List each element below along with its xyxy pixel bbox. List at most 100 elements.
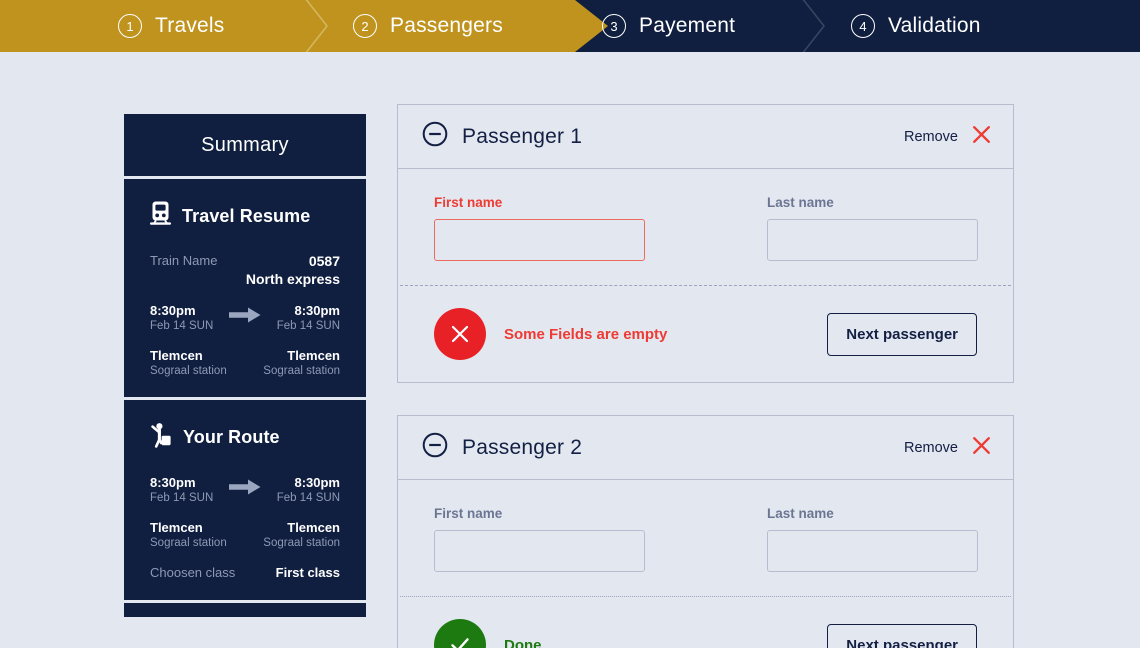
passenger-1-last-name-input[interactable] xyxy=(767,219,978,261)
travel-times-row: 8:30pm Feb 14 SUN 8:30pm Feb 14 SUN xyxy=(150,303,340,332)
train-name-row: Train Name 0587 North express xyxy=(150,253,340,287)
passenger-1-first-name-field: First name xyxy=(434,195,645,261)
passenger-2-last-name-field: Last name xyxy=(767,506,978,572)
departure-station: Sograal station xyxy=(150,365,227,377)
arrival-time: 8:30pm xyxy=(294,303,340,318)
passenger-1-first-name-input[interactable] xyxy=(434,219,645,261)
step-label-payement: Payement xyxy=(639,14,736,37)
departure-time-col: 8:30pm Feb 14 SUN xyxy=(150,303,213,332)
close-x-icon[interactable] xyxy=(972,436,991,460)
passenger-1-remove-group[interactable]: Remove xyxy=(904,125,991,149)
summary-header: Summary xyxy=(124,114,366,176)
passenger-cards: Passenger 1 Remove First name Last name … xyxy=(397,104,1014,648)
check-icon xyxy=(434,619,486,648)
passenger-2-footer: Done Next passenger xyxy=(398,597,1013,648)
stepper-step-validation[interactable]: 4 Validation xyxy=(851,0,981,52)
departure-time: 8:30pm xyxy=(150,303,196,318)
progress-stepper: 1 Travels 2 Passengers 3 Payement 4 Vali… xyxy=(0,0,1140,52)
passenger-1-status: Some Fields are empty xyxy=(434,308,667,360)
route-departure-date: Feb 14 SUN xyxy=(150,492,214,504)
passenger-2-remove-group[interactable]: Remove xyxy=(904,436,991,460)
route-stations-row: Tlemcen Sograal station Tlemcen Sograal … xyxy=(150,520,340,549)
chosen-class-row: Choosen class First class xyxy=(150,565,340,580)
passenger-2-body: First name Last name xyxy=(398,480,1013,596)
your-route-header: Your Route xyxy=(150,422,340,453)
passenger-1-footer: Some Fields are empty Next passenger xyxy=(398,286,1013,382)
passenger-2-next-button[interactable]: Next passenger xyxy=(827,623,977,648)
summary-sidebar: Summary Travel Resume Train Name 0587 No… xyxy=(124,114,366,617)
route-arrival-time: 8:30pm xyxy=(294,475,340,490)
passenger-card-1: Passenger 1 Remove First name Last name … xyxy=(397,104,1014,383)
stepper-step-passengers[interactable]: 2 Passengers xyxy=(353,0,503,52)
passenger-1-last-name-field: Last name xyxy=(767,195,978,261)
route-arrival-time-col: 8:30pm Feb 14 SUN xyxy=(277,475,340,504)
arrival-station-col: Tlemcen Sograal station xyxy=(263,348,340,377)
sidebar-footer-block xyxy=(124,603,366,617)
passenger-1-header-left: Passenger 1 xyxy=(422,121,582,152)
passenger-1-fields: First name Last name xyxy=(434,195,978,261)
train-icon xyxy=(150,201,171,231)
minus-circle-icon[interactable] xyxy=(422,121,448,152)
route-arrival-date: Feb 14 SUN xyxy=(276,492,340,504)
passenger-2-title: Passenger 2 xyxy=(462,435,583,459)
your-route-section: Your Route 8:30pm Feb 14 SUN 8:30pm Feb … xyxy=(124,400,366,600)
train-name-label-col: Train Name xyxy=(150,253,217,268)
step-label-passengers: Passengers xyxy=(390,14,503,37)
step-number-1: 1 xyxy=(118,14,142,38)
stepper-step-travels[interactable]: 1 Travels xyxy=(118,0,224,52)
route-departure-station-col: Tlemcen Sograal station xyxy=(150,520,227,549)
passenger-2-status-text: Done xyxy=(504,636,542,648)
passenger-1-body: First name Last name xyxy=(398,169,1013,285)
passenger-1-first-name-label: First name xyxy=(434,195,503,210)
passenger-2-first-name-input[interactable] xyxy=(434,530,645,572)
departure-station-col: Tlemcen Sograal station xyxy=(150,348,227,377)
train-name-value-col: 0587 North express xyxy=(246,253,340,287)
departure-city: Tlemcen xyxy=(150,348,203,363)
arrival-station: Sograal station xyxy=(263,365,340,377)
passenger-1-remove-label[interactable]: Remove xyxy=(904,129,958,145)
passenger-1-last-name-label: Last name xyxy=(767,195,834,210)
passenger-1-status-text: Some Fields are empty xyxy=(504,325,668,343)
page-body: Summary Travel Resume Train Name 0587 No… xyxy=(0,52,1140,648)
passenger-1-title: Passenger 1 xyxy=(462,124,583,148)
arrow-right-icon xyxy=(229,479,261,500)
close-x-icon[interactable] xyxy=(972,125,991,149)
passenger-2-fields: First name Last name xyxy=(434,506,978,572)
passenger-1-header: Passenger 1 Remove xyxy=(398,105,1013,169)
passenger-2-last-name-input[interactable] xyxy=(767,530,978,572)
passenger-2-remove-label[interactable]: Remove xyxy=(904,440,958,456)
chosen-class-value: First class xyxy=(275,565,340,580)
stepper-step-payement[interactable]: 3 Payement xyxy=(602,0,735,52)
arrival-city: Tlemcen xyxy=(287,348,340,363)
route-departure-city: Tlemcen xyxy=(150,520,203,535)
train-name-label: Train Name xyxy=(150,253,218,268)
route-departure-time: 8:30pm xyxy=(150,475,196,490)
passenger-2-header: Passenger 2 Remove xyxy=(398,416,1013,480)
passenger-1-next-button[interactable]: Next passenger xyxy=(827,312,977,356)
step-number-4: 4 xyxy=(851,14,875,38)
route-departure-station: Sograal station xyxy=(150,537,227,549)
route-times-row: 8:30pm Feb 14 SUN 8:30pm Feb 14 SUN xyxy=(150,475,340,504)
route-arrival-city: Tlemcen xyxy=(287,520,340,535)
travel-stations-row: Tlemcen Sograal station Tlemcen Sograal … xyxy=(150,348,340,377)
arrival-date: Feb 14 SUN xyxy=(276,320,340,332)
departure-date: Feb 14 SUN xyxy=(150,320,214,332)
passenger-2-header-left: Passenger 2 xyxy=(422,432,582,463)
travel-resume-header: Travel Resume xyxy=(150,201,340,231)
passenger-2-first-name-field: First name xyxy=(434,506,645,572)
error-x-icon xyxy=(434,308,486,360)
arrival-time-col: 8:30pm Feb 14 SUN xyxy=(277,303,340,332)
train-name-value: North express xyxy=(245,271,340,287)
passenger-card-2: Passenger 2 Remove First name Last name … xyxy=(397,415,1014,648)
arrow-right-icon xyxy=(229,307,261,328)
your-route-title: Your Route xyxy=(183,427,280,447)
route-arrival-station-col: Tlemcen Sograal station xyxy=(263,520,340,549)
travel-resume-title: Travel Resume xyxy=(182,205,311,226)
summary-title: Summary xyxy=(201,133,289,156)
step-number-3: 3 xyxy=(602,14,626,38)
step-number-2: 2 xyxy=(353,14,377,38)
train-number: 0587 xyxy=(308,253,340,269)
route-departure-time-col: 8:30pm Feb 14 SUN xyxy=(150,475,213,504)
minus-circle-icon[interactable] xyxy=(422,432,448,463)
travel-resume-section: Travel Resume Train Name 0587 North expr… xyxy=(124,179,366,397)
